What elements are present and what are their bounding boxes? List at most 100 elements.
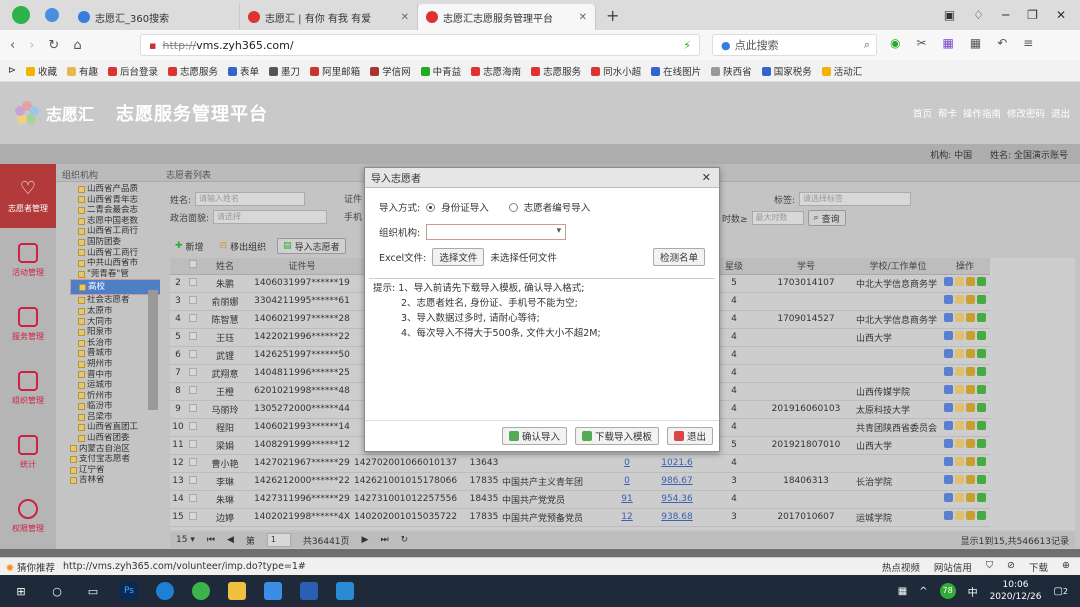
link-help-card[interactable]: 帮卡 xyxy=(938,106,957,120)
key-icon[interactable] xyxy=(966,493,975,502)
tree-node[interactable]: 二青会最会志 xyxy=(70,205,160,216)
row-checkbox[interactable] xyxy=(189,295,197,304)
photoshop-icon[interactable]: Ps xyxy=(114,577,144,605)
scissors-icon[interactable]: ✂ xyxy=(916,36,926,50)
tree-scrollbar[interactable] xyxy=(148,290,158,410)
table-row[interactable]: 15 边婷 1402021998******4X 140202001015035722… xyxy=(170,508,990,527)
view-icon[interactable] xyxy=(944,511,953,520)
tree-node[interactable]: 辽宁省 xyxy=(70,465,160,476)
col-school[interactable]: 学校/工作单位 xyxy=(856,258,940,275)
view-icon[interactable] xyxy=(944,331,953,340)
tray-app-icon[interactable]: ▦ xyxy=(898,586,907,597)
add-icon[interactable] xyxy=(977,421,986,430)
add-icon[interactable] xyxy=(977,277,986,286)
url-input[interactable]: ▪ http:// vms.zyh365.com/ ⚡ xyxy=(140,34,700,56)
forward-icon[interactable]: › xyxy=(29,38,34,53)
key-icon[interactable] xyxy=(966,349,975,358)
edge-icon[interactable] xyxy=(150,577,180,605)
tree-node[interactable]: 吕梁市 xyxy=(70,412,160,423)
link-logout[interactable]: 退出 xyxy=(1051,106,1070,120)
tree-node[interactable]: 晋城市 xyxy=(70,348,160,359)
cell-c2[interactable]: 986.67 xyxy=(661,476,693,486)
home-icon[interactable]: ⌂ xyxy=(73,38,81,53)
add-icon[interactable] xyxy=(977,403,986,412)
bookmark-item[interactable]: 有趣 xyxy=(66,64,98,78)
remove-org-button[interactable]: ⊟ 移出组织 xyxy=(215,238,272,254)
menu-icon[interactable]: ≡ xyxy=(1023,36,1033,50)
page-size-select[interactable]: 15 ▾ xyxy=(176,535,195,545)
view-icon[interactable] xyxy=(944,421,953,430)
site-credit-link[interactable]: 网站信用 xyxy=(934,560,972,574)
add-icon[interactable] xyxy=(977,493,986,502)
confirm-import-button[interactable]: 确认导入 xyxy=(501,426,567,445)
tree-node[interactable]: 中共山西省市 xyxy=(70,258,160,269)
tree-node[interactable]: 山西省工商行 xyxy=(70,226,160,237)
ad-block-icon[interactable]: ⊘ xyxy=(1007,560,1015,574)
bookmark-item[interactable]: 志愿服务 xyxy=(531,64,581,78)
page-input[interactable]: 1 xyxy=(266,533,291,547)
tree-node[interactable]: 运城市 xyxy=(70,380,160,391)
col-id[interactable]: 证件号 xyxy=(250,258,354,275)
tree-node[interactable]: 长治市 xyxy=(70,338,160,349)
app-icon[interactable] xyxy=(258,577,288,605)
search-input[interactable]: ● 点此搜索 ⌕ xyxy=(712,34,877,56)
edit-icon[interactable] xyxy=(955,331,964,340)
row-checkbox[interactable] xyxy=(189,421,197,430)
shield-status-icon[interactable]: ⛉ xyxy=(986,560,993,574)
nav-activity-mgmt[interactable]: 活动管理 xyxy=(0,228,56,292)
bookmark-item[interactable]: 陕西省 xyxy=(711,64,752,78)
bookmark-item[interactable]: 收藏 xyxy=(25,64,57,78)
view-icon[interactable] xyxy=(944,367,953,376)
key-icon[interactable] xyxy=(966,511,975,520)
row-checkbox[interactable] xyxy=(189,439,197,448)
tree-node[interactable]: 朔州市 xyxy=(70,359,160,370)
tree-node[interactable]: 社会志愿者 xyxy=(70,295,160,306)
close-window-icon[interactable]: ✕ xyxy=(1056,8,1066,22)
add-icon[interactable] xyxy=(977,295,986,304)
download-template-button[interactable]: 下载导入模板 xyxy=(574,426,659,445)
add-icon[interactable] xyxy=(977,349,986,358)
search-circle-icon[interactable]: ○ xyxy=(42,577,72,605)
tree-node[interactable]: "莞青春"管 xyxy=(70,269,160,280)
cell-c2[interactable]: 938.68 xyxy=(661,512,693,522)
edit-icon[interactable] xyxy=(955,421,964,430)
first-page-icon[interactable]: ⏮ xyxy=(207,535,215,545)
nav-permissions[interactable]: 权限管理 xyxy=(0,484,56,548)
key-icon[interactable] xyxy=(966,277,975,286)
bookmark-item[interactable]: 活动汇 xyxy=(821,64,862,78)
add-icon[interactable] xyxy=(977,439,986,448)
radio-id-import[interactable] xyxy=(426,202,436,212)
search-icon[interactable]: ⌕ xyxy=(864,38,870,52)
key-icon[interactable] xyxy=(966,295,975,304)
recommend-link[interactable]: ✺ 猜你推荐 xyxy=(6,560,55,574)
link-home[interactable]: 首页 xyxy=(913,106,932,120)
view-icon[interactable] xyxy=(944,385,953,394)
cell-c2[interactable]: 954.36 xyxy=(661,494,693,504)
tag-select[interactable]: 请选择标签 xyxy=(799,192,912,206)
tree-node[interactable]: 忻州市 xyxy=(70,391,160,402)
view-icon[interactable] xyxy=(944,475,953,484)
row-checkbox[interactable] xyxy=(189,277,197,286)
view-icon[interactable] xyxy=(944,457,953,466)
view-icon[interactable] xyxy=(944,277,953,286)
nav-service-mgmt[interactable]: 服务管理 xyxy=(0,292,56,356)
clock[interactable]: 10:06 2020/12/26 xyxy=(990,579,1042,603)
link-change-password[interactable]: 修改密码 xyxy=(1007,106,1045,120)
cell-c1[interactable]: 0 xyxy=(624,476,630,486)
bookmark-item[interactable]: 中青益 xyxy=(420,64,461,78)
navigation-icon[interactable] xyxy=(40,1,64,29)
hot-video-link[interactable]: 热点视频 xyxy=(882,560,920,574)
view-icon[interactable] xyxy=(944,313,953,322)
row-checkbox[interactable] xyxy=(189,493,197,502)
view-icon[interactable] xyxy=(944,403,953,412)
political-select[interactable]: 请选择 xyxy=(213,210,328,224)
bookmark-item[interactable]: 表单 xyxy=(228,64,259,78)
last-page-icon[interactable]: ⏭ xyxy=(380,535,388,545)
link-guide[interactable]: 操作指南 xyxy=(963,106,1001,120)
add-icon[interactable] xyxy=(977,457,986,466)
nav-org-mgmt[interactable]: 组织管理 xyxy=(0,356,56,420)
tree-node[interactable]: 临汾市 xyxy=(70,401,160,412)
next-page-icon[interactable]: ▶ xyxy=(362,535,369,545)
bookmarks-toggle-icon[interactable]: ⊳ xyxy=(8,65,16,76)
tab-vms-active[interactable]: 志愿汇志愿服务管理平台 ✕ xyxy=(418,4,596,30)
